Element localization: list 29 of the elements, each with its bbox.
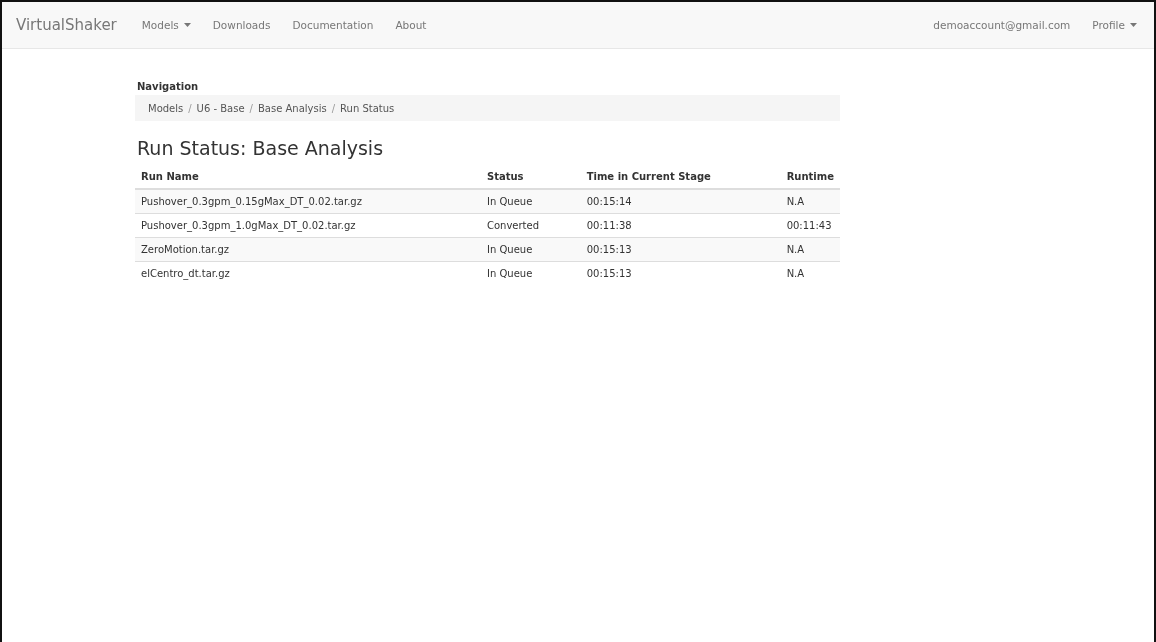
nav-link[interactable]: About: [384, 19, 438, 31]
page-title: Run Status: Base Analysis: [137, 137, 385, 159]
nav-link[interactable]: Documentation: [281, 19, 385, 31]
nav-link[interactable]: Models: [130, 19, 202, 31]
nav-link[interactable]: Downloads: [201, 19, 282, 31]
breadcrumb-link[interactable]: Run Status: [340, 102, 395, 114]
table-cell: N.A: [780, 261, 840, 285]
brand-link[interactable]: VirtualShaker: [8, 16, 125, 34]
nav-link[interactable]: demoaccount@gmail.com: [922, 19, 1082, 31]
breadcrumb-separator: /: [188, 102, 192, 114]
table-cell: In Queue: [481, 261, 581, 285]
nav-link[interactable]: Profile: [1081, 19, 1148, 31]
breadcrumb-link[interactable]: U6 - Base: [196, 102, 245, 114]
table-cell: N.A: [780, 237, 840, 262]
breadcrumb-separator: /: [331, 102, 336, 114]
table-cell: ZeroMotion.tar.gz: [135, 237, 481, 262]
table-cell: In Queue: [481, 189, 581, 214]
breadcrumb-link[interactable]: Base Analysis: [258, 102, 327, 114]
caret-icon: [1130, 23, 1137, 27]
caret-icon: [183, 23, 191, 27]
breadcrumb-separator: /: [249, 102, 253, 114]
table-cell: 00:15:13: [580, 261, 781, 285]
table-cell: elCentro_dt.tar.gz: [135, 261, 481, 285]
table-cell: Pushover_0.3gpm_0.15gMax_DT_0.02.tar.gz: [135, 189, 481, 214]
table-cell: 00:15:13: [580, 237, 781, 262]
table-cell: 00:15:14: [580, 189, 781, 214]
breadcrumb-link[interactable]: Models: [148, 102, 184, 114]
section-heading: Navigation: [137, 81, 200, 92]
table-cell: In Queue: [481, 237, 581, 262]
